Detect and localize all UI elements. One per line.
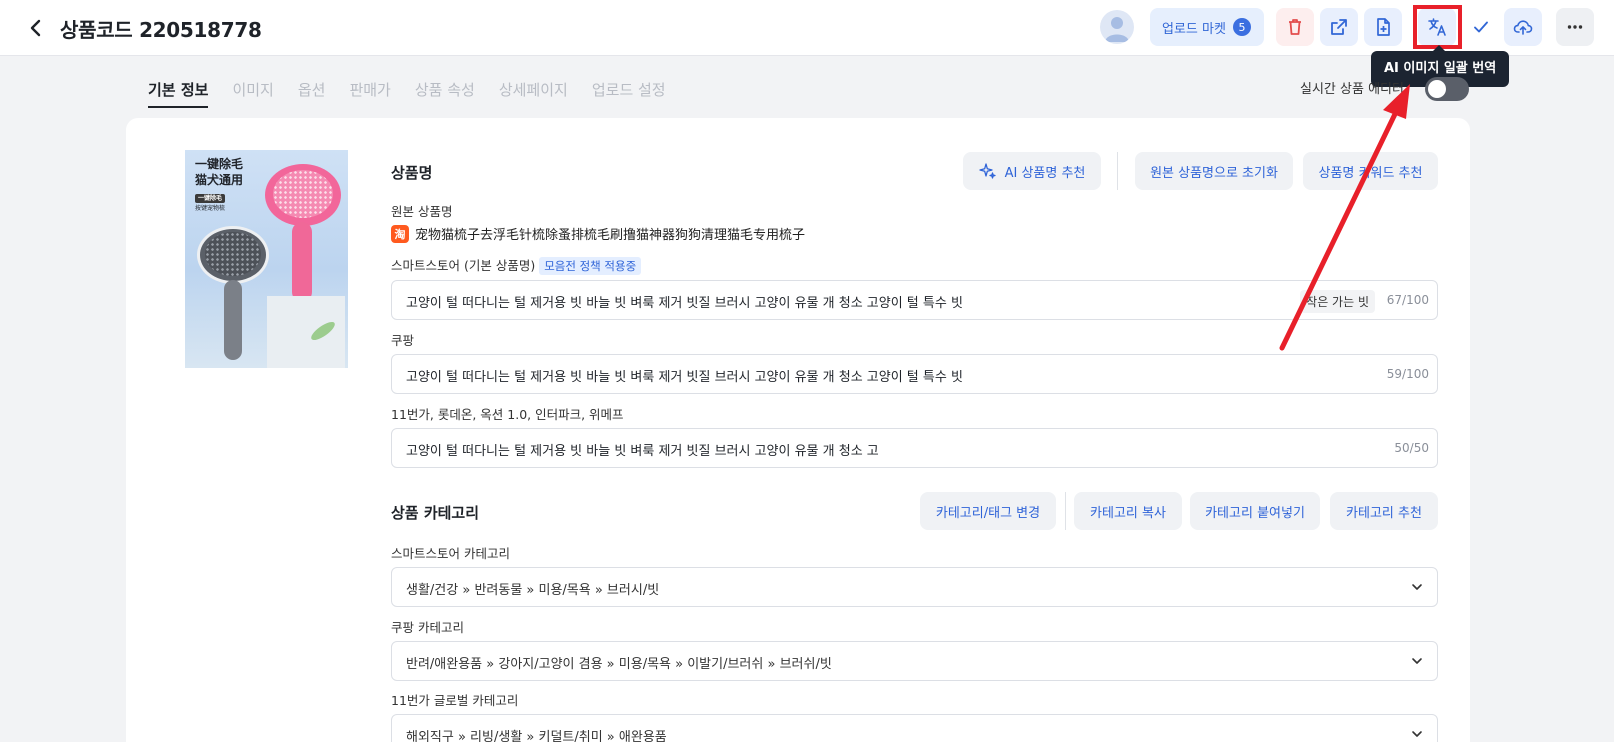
tab-upload-settings[interactable]: 업로드 설정 bbox=[580, 76, 678, 108]
coupang-category-label: 쿠팡 카테고리 bbox=[391, 620, 464, 635]
smartstore-category-select[interactable]: 생활/건강 » 반려동물 » 미용/목욕 » 브러시/빗 bbox=[391, 567, 1438, 607]
original-name-text: 宠物猫梳子去浮毛针梳除蚤排梳毛刷撸猫神器狗狗清理猫毛专用梳子 bbox=[415, 228, 806, 243]
trash-icon bbox=[1289, 19, 1301, 35]
char-count: 67/100 bbox=[1386, 293, 1429, 307]
cloud-upload-icon bbox=[1513, 20, 1533, 35]
eleven-name-input[interactable]: 고양이 털 떠다니는 털 제거용 빗 바늘 빗 벼룩 제거 빗질 브러시 고양이… bbox=[391, 428, 1438, 468]
add-file-button[interactable] bbox=[1364, 8, 1402, 46]
tab-basic-info[interactable]: 기본 정보 bbox=[148, 76, 209, 108]
grey-brush-handle bbox=[224, 280, 242, 360]
divider bbox=[1117, 152, 1118, 190]
avatar[interactable] bbox=[1100, 10, 1134, 44]
name-keyword-button[interactable]: 상품명 키워드 추천 bbox=[1303, 152, 1438, 190]
global11-category-value: 해외직구 » 리빙/생활 » 키덜트/취미 » 애완용품 bbox=[406, 730, 667, 742]
grey-brush-bristles bbox=[205, 232, 261, 276]
coupang-name-input[interactable]: 고양이 털 떠다니는 털 제거용 빗 바늘 빗 벼룩 제거 빗질 브러시 고양이… bbox=[391, 354, 1438, 394]
category-paste-button[interactable]: 카테고리 붙여넣기 bbox=[1190, 492, 1320, 530]
tab-attributes[interactable]: 상품 속성 bbox=[403, 76, 487, 108]
top-bar: 상품코드 220518778 업로드 마켓 5 bbox=[0, 0, 1614, 56]
coupang-category-value: 반려/애완용품 » 강아지/고양이 겸용 » 미용/목욕 » 이발기/브러쉬 »… bbox=[406, 657, 832, 672]
open-external-button[interactable] bbox=[1320, 8, 1358, 46]
sparkle-icon bbox=[978, 163, 996, 179]
chevron-down-icon bbox=[1412, 658, 1422, 664]
more-horizontal-icon bbox=[1567, 25, 1583, 29]
upload-button[interactable] bbox=[1504, 8, 1542, 46]
live-preview-label: 실시간 상품 에디터 bbox=[1300, 82, 1404, 97]
translate-icon bbox=[1428, 18, 1446, 36]
page-title: 상품코드 220518778 bbox=[60, 18, 262, 42]
image-pedestal bbox=[267, 296, 345, 368]
image-text-3: 一键除毛 bbox=[195, 194, 226, 203]
category-change-button[interactable]: 카테고리/태그 변경 bbox=[920, 492, 1056, 530]
more-button[interactable] bbox=[1556, 8, 1594, 46]
image-text-4: 按键宠物梳 bbox=[195, 205, 226, 212]
eleven-name-value: 고양이 털 떠다니는 털 제거용 빗 바늘 빗 벼룩 제거 빗질 브러시 고양이… bbox=[406, 444, 879, 459]
live-preview-toggle[interactable] bbox=[1425, 77, 1469, 101]
coupang-name-value: 고양이 털 떠다니는 털 제거용 빗 바늘 빗 벼룩 제거 빗질 브러시 고양이… bbox=[406, 370, 963, 385]
keyword-chip[interactable]: 작은 가는 빗 bbox=[1300, 290, 1375, 313]
char-count: 59/100 bbox=[1386, 367, 1429, 381]
smartstore-name-input[interactable]: 고양이 털 떠다니는 털 제거용 빗 바늘 빗 벼룩 제거 빗질 브러시 고양이… bbox=[391, 280, 1438, 320]
policy-tag: 모음전 정책 적용중 bbox=[539, 257, 642, 275]
product-name-actions: AI 상품명 추천 원본 상품명으로 초기화 상품명 키워드 추천 bbox=[0, 152, 1614, 190]
tab-bar: 기본 정보 이미지 옵션 판매가 상품 속성 상세페이지 업로드 설정 bbox=[148, 76, 678, 108]
pink-brush-handle bbox=[292, 222, 312, 302]
global11-category-label: 11번가 글로벌 카테고리 bbox=[391, 693, 519, 708]
confirm-button[interactable] bbox=[1462, 8, 1500, 46]
coupang-category-select[interactable]: 반려/애완용품 » 강아지/고양이 겸용 » 미용/목욕 » 이발기/브러쉬 »… bbox=[391, 641, 1438, 681]
smartstore-name-label: 스마트스토어 (기본 상품명) 모음전 정책 적용중 bbox=[391, 255, 642, 275]
tab-detail-page[interactable]: 상세페이지 bbox=[487, 76, 580, 108]
category-copy-button[interactable]: 카테고리 복사 bbox=[1074, 492, 1182, 530]
smartstore-category-label: 스마트스토어 카테고리 bbox=[391, 546, 510, 561]
upload-market-button[interactable]: 업로드 마켓 5 bbox=[1150, 8, 1264, 46]
delete-button[interactable] bbox=[1276, 8, 1314, 46]
back-button[interactable] bbox=[22, 14, 50, 42]
original-name-label: 원본 상품명 bbox=[391, 204, 453, 219]
ai-image-translate-button[interactable] bbox=[1418, 8, 1456, 46]
file-plus-icon bbox=[1377, 18, 1390, 36]
coupang-name-label: 쿠팡 bbox=[391, 333, 415, 348]
eleven-name-label: 11번가, 롯데온, 옥션 1.0, 인터파크, 위메프 bbox=[391, 407, 624, 422]
upload-market-label: 업로드 마켓 bbox=[1162, 21, 1226, 37]
smartstore-name-label-text: 스마트스토어 (기본 상품명) bbox=[391, 258, 536, 273]
char-count: 50/50 bbox=[1394, 441, 1429, 455]
smartstore-name-value: 고양이 털 떠다니는 털 제거용 빗 바늘 빗 벼룩 제거 빗질 브러시 고양이… bbox=[406, 296, 963, 311]
chevron-left-icon bbox=[30, 19, 41, 37]
global11-category-select[interactable]: 해외직구 » 리빙/생활 » 키덜트/취미 » 애완용품 bbox=[391, 714, 1438, 742]
reset-name-button[interactable]: 원본 상품명으로 초기화 bbox=[1135, 152, 1293, 190]
original-name: 淘 宠物猫梳子去浮毛针梳除蚤排梳毛刷撸猫神器狗狗清理猫毛专用梳子 bbox=[391, 224, 805, 243]
taobao-icon: 淘 bbox=[391, 224, 409, 243]
ai-name-recommend-button[interactable]: AI 상품명 추천 bbox=[963, 152, 1101, 190]
chevron-down-icon bbox=[1412, 731, 1422, 737]
check-icon bbox=[1474, 21, 1488, 33]
ai-name-recommend-label: AI 상품명 추천 bbox=[1004, 165, 1086, 181]
category-actions: 카테고리/태그 변경 카테고리 복사 카테고리 붙여넣기 카테고리 추천 bbox=[0, 492, 1614, 530]
upload-market-count-badge: 5 bbox=[1232, 18, 1251, 36]
chevron-down-icon bbox=[1412, 584, 1422, 590]
external-link-icon bbox=[1331, 19, 1347, 35]
user-icon bbox=[1105, 17, 1129, 42]
category-recommend-button[interactable]: 카테고리 추천 bbox=[1330, 492, 1438, 530]
divider bbox=[1065, 492, 1066, 530]
tab-price[interactable]: 판매가 bbox=[337, 76, 402, 108]
tab-options[interactable]: 옵션 bbox=[286, 76, 338, 108]
smartstore-category-value: 생활/건강 » 반려동물 » 미용/목욕 » 브러시/빗 bbox=[406, 583, 660, 598]
tab-images[interactable]: 이미지 bbox=[220, 76, 285, 108]
